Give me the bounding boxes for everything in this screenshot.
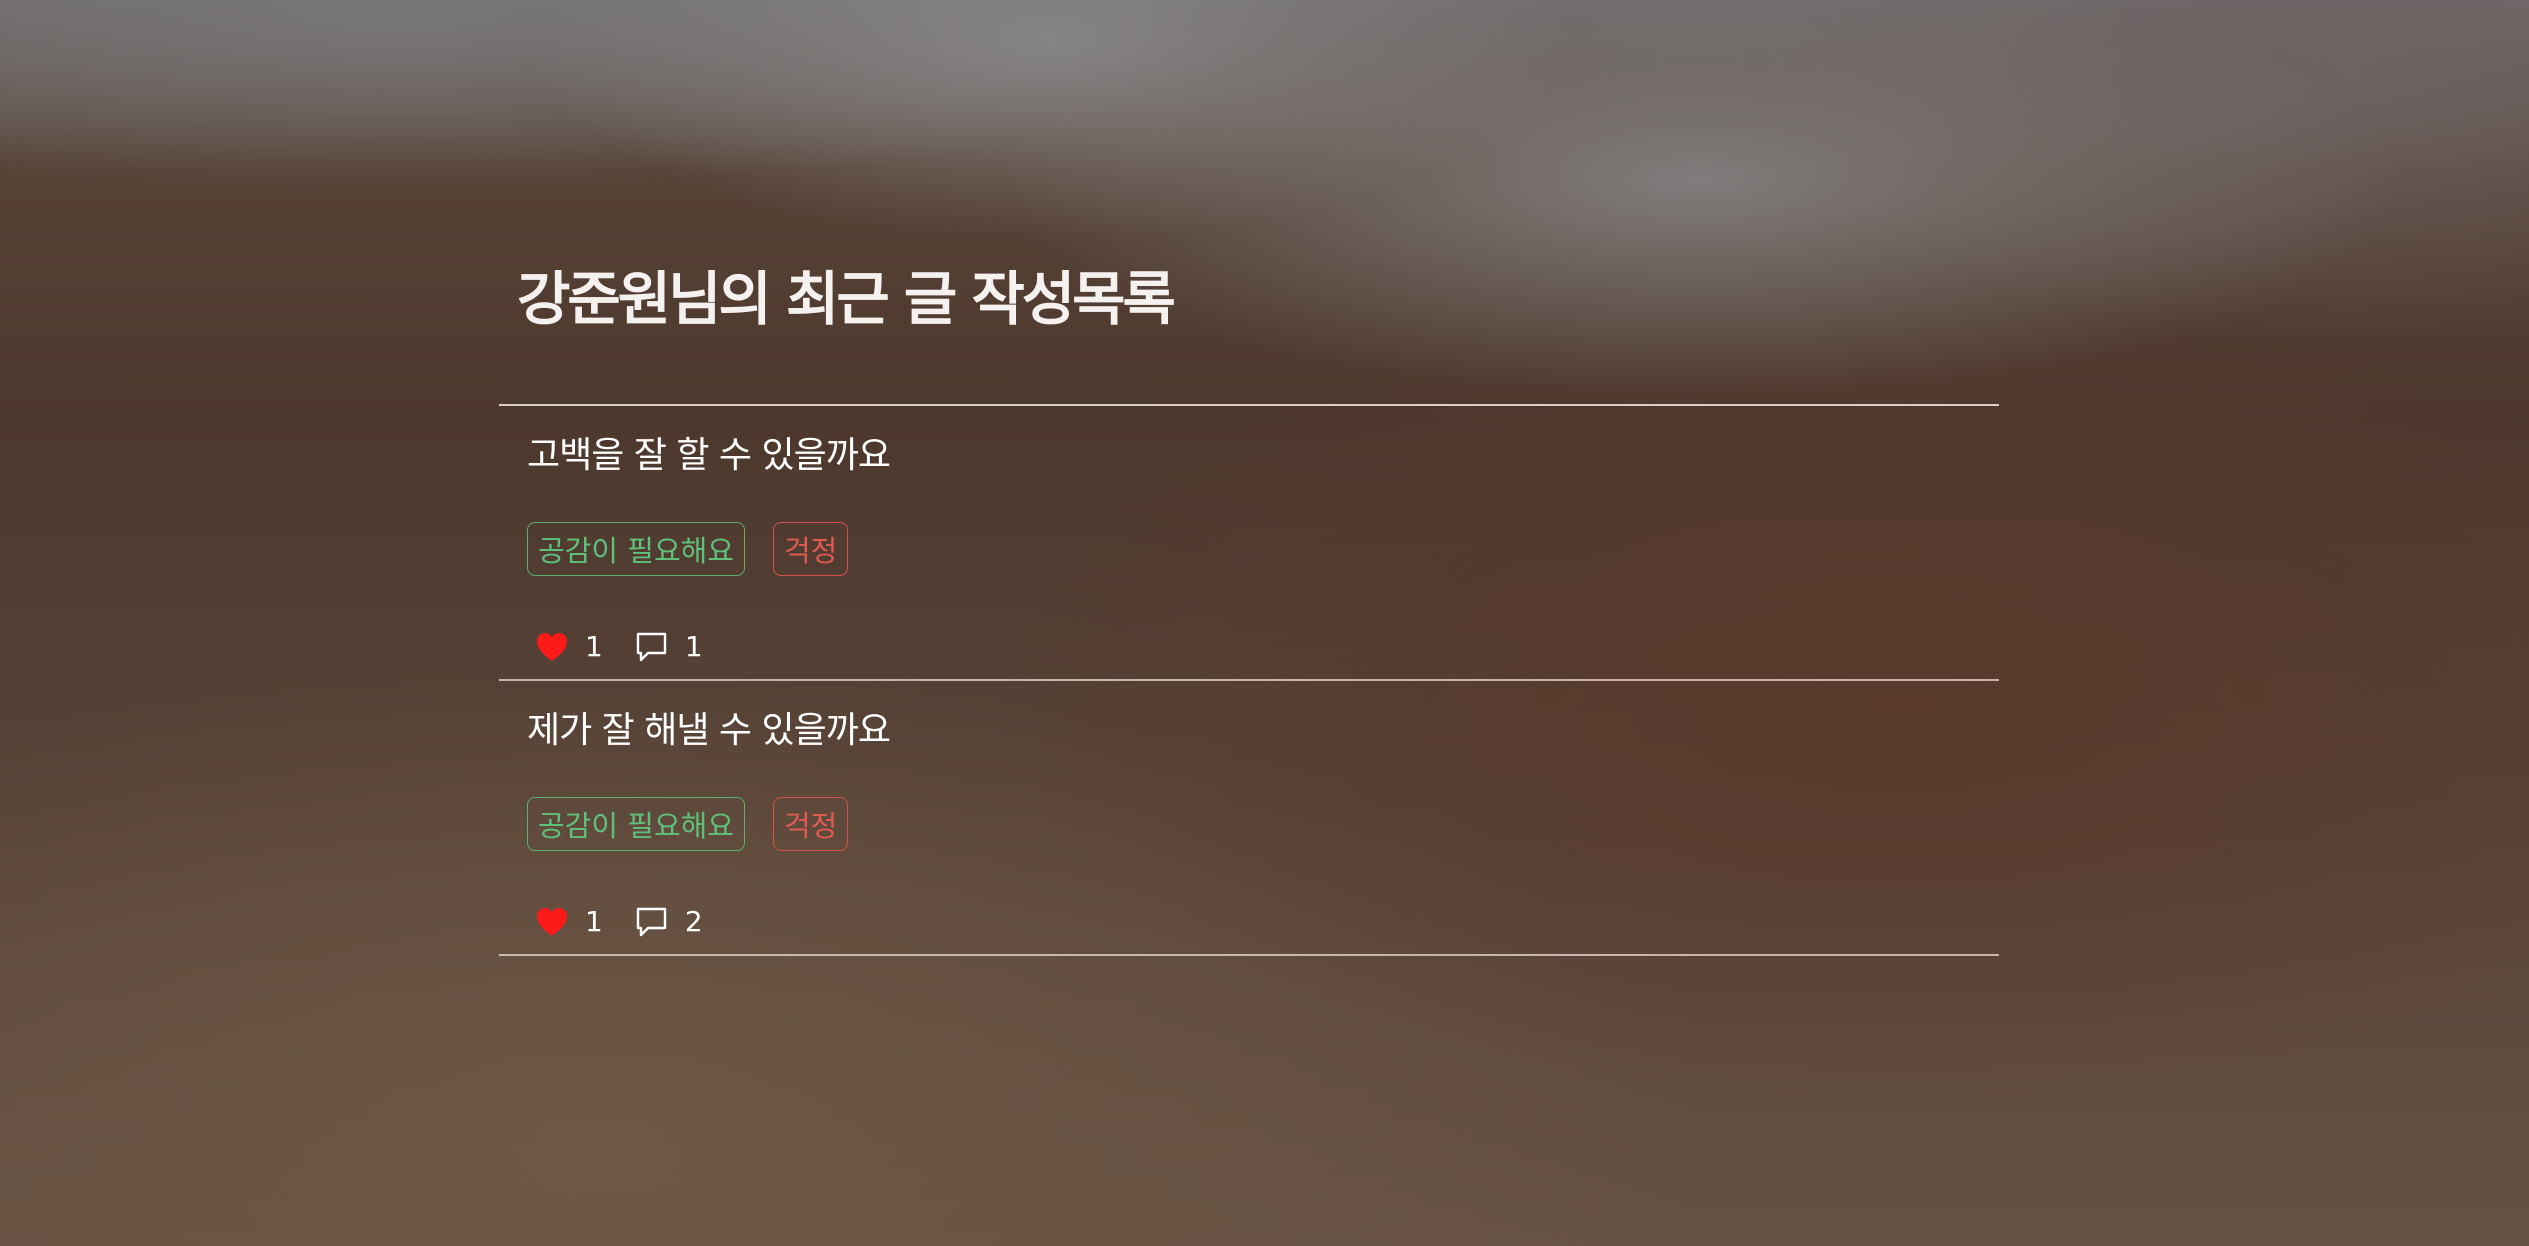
speech-bubble-icon (635, 906, 669, 938)
post-item[interactable]: 제가 잘 해낼 수 있을까요 공감이 필요해요 걱정 1 2 (499, 681, 1999, 956)
post-stats: 1 2 (535, 905, 703, 938)
comment-button[interactable]: 2 (635, 905, 703, 938)
heart-icon (535, 631, 569, 663)
comment-count: 1 (684, 630, 703, 663)
speech-bubble-icon (635, 631, 669, 663)
page-title: 강준원님의 최근 글 작성목록 (517, 265, 1176, 333)
like-count: 1 (585, 630, 603, 663)
tag-worry[interactable]: 걱정 (772, 797, 849, 851)
heart-icon (535, 906, 569, 938)
post-title[interactable]: 고백을 잘 할 수 있을까요 (527, 426, 891, 478)
post-tags: 공감이 필요해요 걱정 (527, 797, 849, 851)
post-list: 고백을 잘 할 수 있을까요 공감이 필요해요 걱정 1 1 제가 잘 해낼 수… (499, 404, 1999, 956)
comment-button[interactable]: 1 (635, 630, 703, 663)
tag-empathy[interactable]: 공감이 필요해요 (527, 522, 745, 576)
like-button[interactable]: 1 (535, 630, 603, 663)
post-tags: 공감이 필요해요 걱정 (527, 522, 849, 576)
tag-empathy[interactable]: 공감이 필요해요 (527, 797, 745, 851)
tag-worry[interactable]: 걱정 (772, 522, 849, 576)
like-button[interactable]: 1 (535, 905, 603, 938)
like-count: 1 (585, 905, 603, 938)
comment-count: 2 (684, 905, 703, 938)
post-item[interactable]: 고백을 잘 할 수 있을까요 공감이 필요해요 걱정 1 1 (499, 406, 1999, 681)
post-stats: 1 1 (535, 630, 703, 663)
post-title[interactable]: 제가 잘 해낼 수 있을까요 (527, 701, 891, 753)
